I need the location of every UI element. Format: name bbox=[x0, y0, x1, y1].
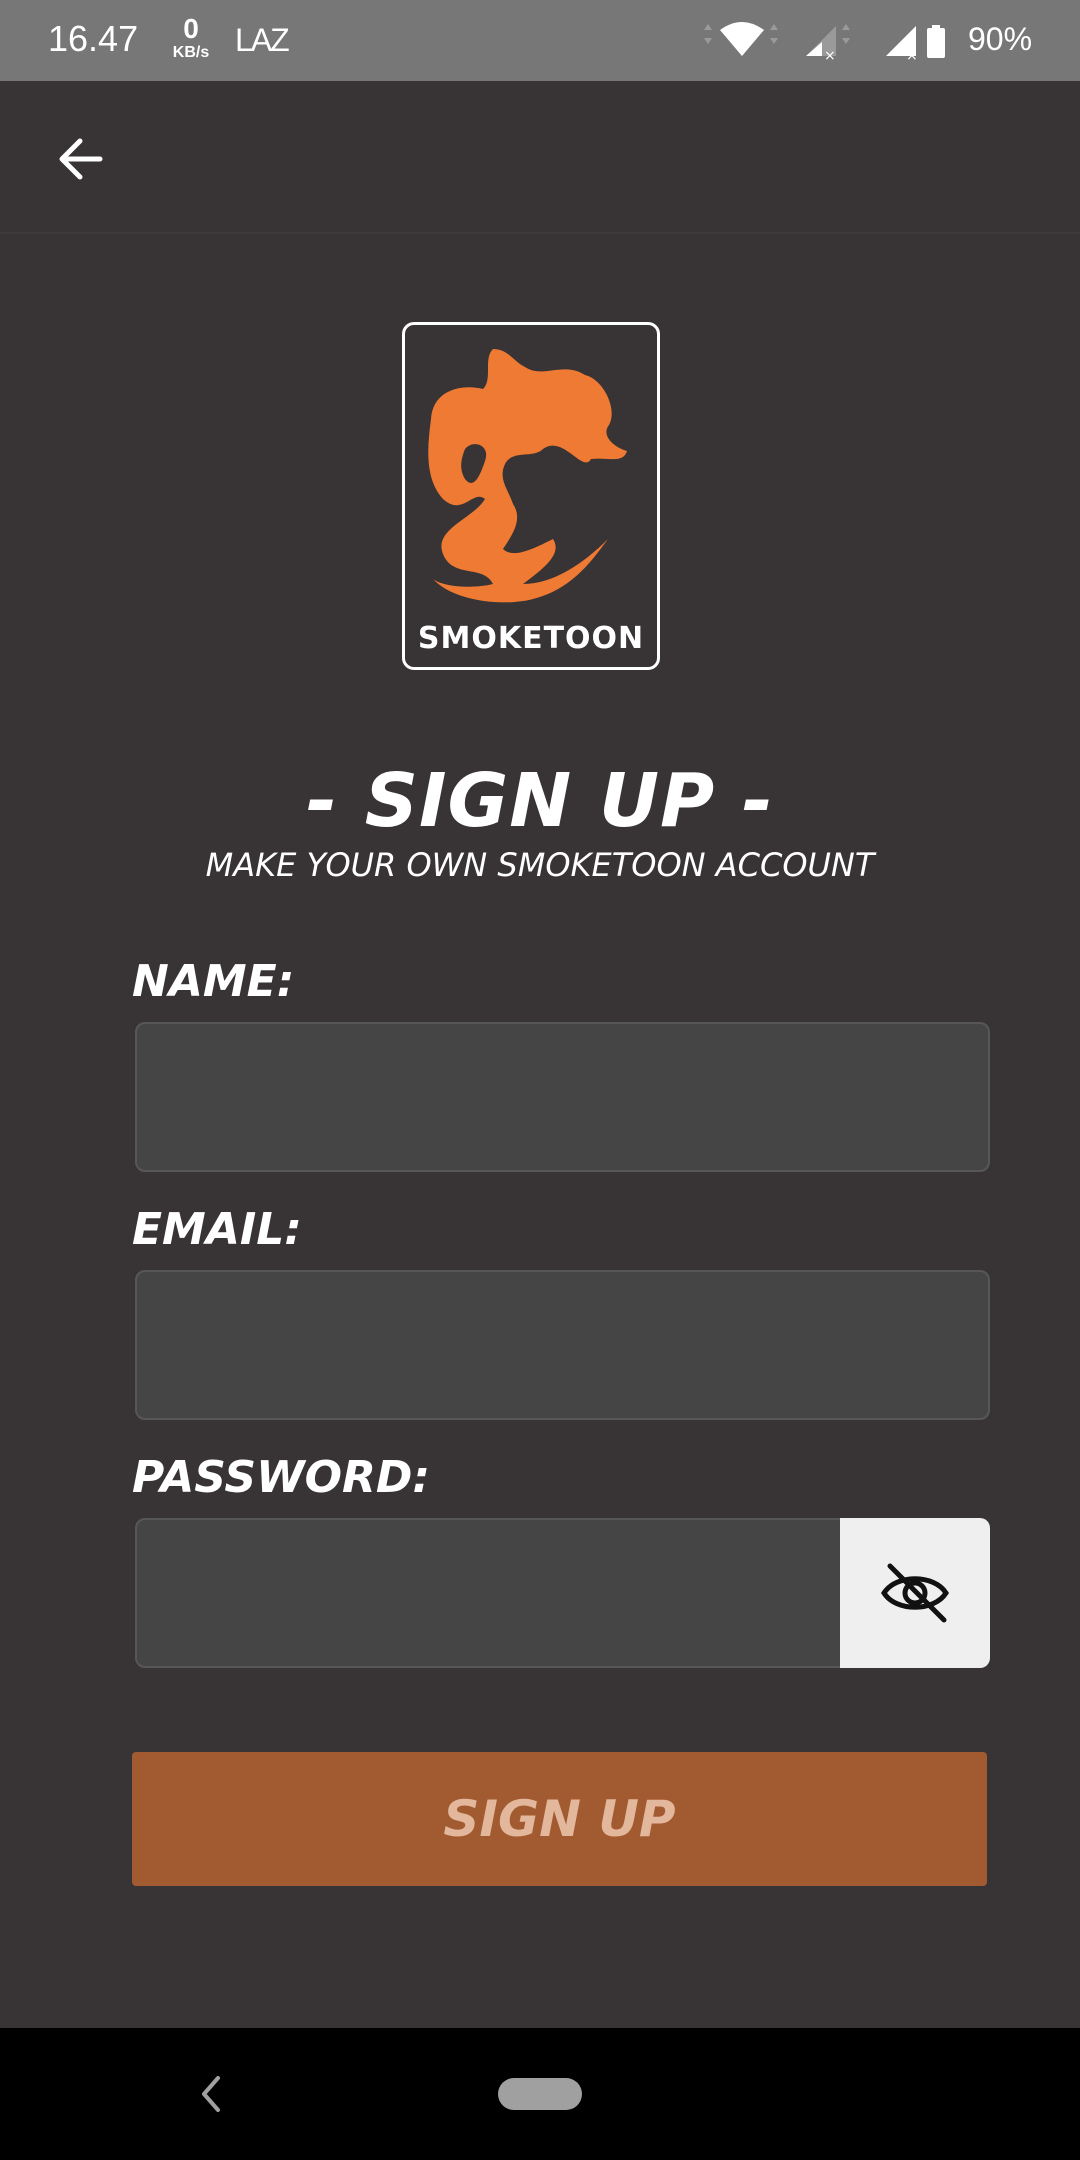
wifi-icon bbox=[704, 22, 778, 56]
app-bar bbox=[0, 81, 1080, 234]
sign-up-button[interactable]: SIGN UP bbox=[132, 1752, 987, 1886]
signal-icon: × bbox=[886, 26, 918, 64]
network-speed-unit: KB/s bbox=[172, 44, 210, 61]
password-label: PASSWORD: bbox=[132, 1452, 431, 1503]
email-field[interactable] bbox=[135, 1270, 990, 1420]
logo-brand-text: SMOKETOON bbox=[417, 621, 645, 656]
system-nav-bar bbox=[0, 2028, 1080, 2160]
chevron-left-icon[interactable] bbox=[190, 2064, 230, 2124]
carrier-label: LAZ bbox=[235, 22, 290, 58]
arrow-left-icon[interactable] bbox=[46, 123, 118, 195]
home-pill-icon[interactable] bbox=[498, 2078, 582, 2110]
password-visibility-toggle[interactable] bbox=[840, 1518, 990, 1668]
battery-percent: 90% bbox=[968, 21, 1033, 57]
eye-off-icon bbox=[881, 1563, 949, 1623]
status-icons: × × bbox=[704, 22, 945, 64]
svg-text:×: × bbox=[824, 48, 836, 64]
status-time: 16.47 bbox=[48, 18, 139, 59]
battery-icon bbox=[927, 25, 945, 58]
name-field[interactable] bbox=[135, 1022, 990, 1172]
page-subtitle: MAKE YOUR OWN SMOKETOON ACCOUNT bbox=[205, 846, 875, 884]
network-speed: 0 KB/s bbox=[166, 14, 216, 62]
signal-icon: × bbox=[806, 24, 850, 64]
svg-text:×: × bbox=[906, 48, 918, 64]
app-logo: SMOKETOON bbox=[402, 322, 660, 670]
smoke-logo-icon bbox=[428, 349, 627, 603]
page-title: - SIGN UP - bbox=[306, 758, 774, 844]
status-bar: 16.47 0 KB/s LAZ × × 90% bbox=[0, 0, 1080, 81]
password-field[interactable] bbox=[135, 1518, 846, 1668]
network-speed-value: 0 bbox=[183, 13, 199, 44]
email-label: EMAIL: bbox=[132, 1204, 302, 1255]
name-label: NAME: bbox=[132, 956, 295, 1007]
